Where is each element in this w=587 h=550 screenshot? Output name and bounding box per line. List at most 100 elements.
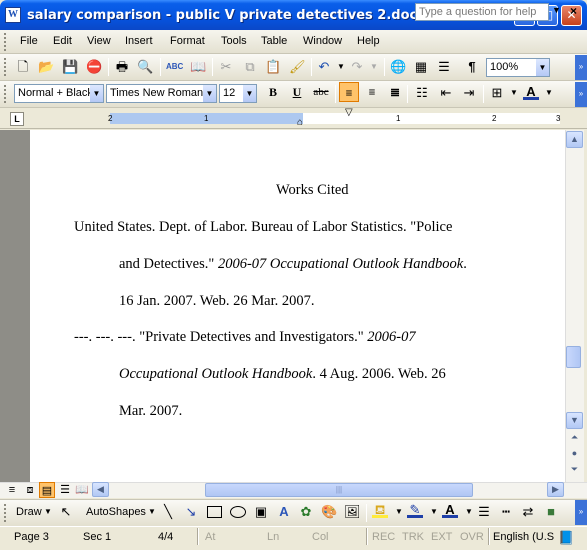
redo-dropdown-icon[interactable]: ▼ <box>366 59 382 75</box>
left-indent-marker-icon[interactable]: ⌂ <box>297 118 303 128</box>
redo-icon[interactable]: ↷ <box>349 59 365 75</box>
research-icon[interactable]: 📖 <box>190 59 206 75</box>
draw-dropdown-icon[interactable]: ▼ <box>44 507 52 516</box>
wordart-icon[interactable]: A <box>276 504 292 520</box>
columns-icon[interactable]: ☰ <box>436 59 452 75</box>
strikethrough-button[interactable]: abc <box>309 82 333 102</box>
document-page[interactable]: Works Cited United States. Dept. of Labo… <box>30 130 565 482</box>
menu-table[interactable]: Table <box>261 35 287 47</box>
fill-color-dropdown-icon[interactable]: ▼ <box>391 504 407 520</box>
menu-help[interactable]: Help <box>357 35 380 47</box>
select-browse-object-button[interactable]: ● <box>566 446 583 463</box>
open-icon[interactable]: 📂 <box>38 59 54 75</box>
shadow-style-icon[interactable]: ■ <box>543 504 559 520</box>
tab-selector-icon[interactable]: L <box>10 112 24 126</box>
underline-button[interactable]: U <box>287 82 307 102</box>
first-line-indent-marker-icon[interactable]: ▽ <box>345 108 353 118</box>
increase-indent-icon[interactable]: ⇥ <box>461 85 477 101</box>
scroll-right-button[interactable]: ▶ <box>547 482 564 497</box>
font-size-dropdown-icon[interactable]: ▼ <box>243 85 256 102</box>
copy-icon[interactable]: ⧉ <box>242 59 258 75</box>
undo-dropdown-icon[interactable]: ▼ <box>333 59 349 75</box>
word-app-icon[interactable]: W <box>5 7 21 23</box>
line-style-icon[interactable]: ☰ <box>476 504 492 520</box>
normal-view-icon[interactable]: ≡ <box>4 482 20 498</box>
spelling-status-icon[interactable]: 📘 <box>558 530 574 546</box>
font-color-icon[interactable]: A <box>523 84 539 100</box>
format-painter-icon[interactable]: 🖌 <box>289 59 306 75</box>
select-objects-icon[interactable]: ↖ <box>58 504 74 520</box>
menu-insert[interactable]: Insert <box>125 35 153 47</box>
tables-icon[interactable]: ▦ <box>413 59 429 75</box>
print-preview-icon[interactable]: 🔍 <box>137 59 153 75</box>
status-trk[interactable]: TRK <box>402 531 424 543</box>
status-rec[interactable]: REC <box>372 531 395 543</box>
new-icon[interactable]: 🗋 <box>15 59 31 75</box>
menu-view[interactable]: View <box>87 35 111 47</box>
status-language[interactable]: English (U.S <box>493 531 554 543</box>
vertical-scroll-thumb[interactable] <box>566 346 581 368</box>
bold-button[interactable]: B <box>263 82 283 102</box>
scroll-up-button[interactable]: ▲ <box>566 131 583 148</box>
align-center-button[interactable]: ≡ <box>362 82 382 102</box>
justify-button[interactable]: ≣ <box>385 82 405 102</box>
reading-layout-view-icon[interactable]: 📖 <box>74 482 90 498</box>
print-icon[interactable]: 🖶 <box>114 59 130 75</box>
style-dropdown-icon[interactable]: ▼ <box>90 85 103 102</box>
toolbar-grip-handle[interactable] <box>4 504 7 522</box>
menu-file[interactable]: File <box>20 35 38 47</box>
line-icon[interactable]: ╲ <box>160 504 176 520</box>
next-page-button[interactable]: ⏷ <box>566 462 583 479</box>
toolbar-options-icon[interactable]: » <box>575 55 587 80</box>
menu-edit[interactable]: Edit <box>53 35 72 47</box>
print-layout-view-icon[interactable]: ▤ <box>39 482 55 498</box>
menu-format[interactable]: Format <box>170 35 205 47</box>
help-dropdown-icon[interactable]: ▼ <box>552 5 561 15</box>
rectangle-icon[interactable] <box>207 506 222 518</box>
paste-icon[interactable]: 📋 <box>265 59 281 75</box>
toolbar-grip-handle[interactable] <box>4 85 7 103</box>
font-select[interactable]: Times New Roman <box>106 84 217 103</box>
status-ext[interactable]: EXT <box>431 531 452 543</box>
show-hide-icon[interactable]: ¶ <box>464 59 480 75</box>
borders-dropdown-icon[interactable]: ▼ <box>506 85 522 101</box>
fill-color-icon[interactable]: ⛾ <box>372 502 388 518</box>
document-close-button[interactable]: × <box>570 4 577 18</box>
previous-page-button[interactable]: ⏶ <box>566 430 583 447</box>
help-search-input[interactable]: Type a question for help <box>415 3 549 21</box>
arrow-style-icon[interactable]: ⇄ <box>520 504 536 520</box>
cut-icon[interactable]: ✂ <box>218 59 234 75</box>
menu-window[interactable]: Window <box>303 35 342 47</box>
font-color-dropdown-icon[interactable]: ▼ <box>541 85 557 101</box>
font-dropdown-icon[interactable]: ▼ <box>203 85 216 102</box>
scroll-left-button[interactable]: ◀ <box>92 482 109 497</box>
scroll-down-button[interactable]: ▼ <box>566 412 583 429</box>
zoom-dropdown-icon[interactable]: ▼ <box>536 59 549 76</box>
menu-grip-handle[interactable] <box>4 33 7 51</box>
draw-font-color-icon[interactable]: A <box>442 502 458 518</box>
line-color-dropdown-icon[interactable]: ▼ <box>426 504 442 520</box>
permission-icon[interactable]: ⛔ <box>86 59 102 75</box>
autoshapes-menu-button[interactable]: AutoShapes <box>86 506 146 518</box>
undo-icon[interactable]: ↶ <box>316 59 332 75</box>
arrow-icon[interactable]: ↘ <box>183 504 199 520</box>
autoshapes-dropdown-icon[interactable]: ▼ <box>148 507 156 516</box>
line-color-icon[interactable]: ✎ <box>407 502 423 518</box>
insert-picture-icon[interactable]: 🖼 <box>344 504 361 520</box>
save-icon[interactable]: 💾 <box>62 59 78 75</box>
decrease-indent-icon[interactable]: ⇤ <box>438 85 454 101</box>
align-left-button[interactable]: ≡ <box>339 82 359 102</box>
draw-menu-button[interactable]: Draw <box>16 506 42 518</box>
toolbar-options-icon[interactable]: » <box>575 82 587 107</box>
dash-style-icon[interactable]: ┅ <box>498 504 514 520</box>
web-layout-view-icon[interactable]: ⧈ <box>22 482 38 498</box>
outline-view-icon[interactable]: ☰ <box>57 482 73 498</box>
diagram-icon[interactable]: ✿ <box>298 504 314 520</box>
oval-icon[interactable] <box>230 506 246 518</box>
numbering-icon[interactable]: ☷ <box>414 85 430 101</box>
toolbar-grip-handle[interactable] <box>4 58 7 76</box>
status-ovr[interactable]: OVR <box>460 531 484 543</box>
toolbar-options-icon[interactable]: » <box>575 500 587 525</box>
spelling-icon[interactable]: ABC <box>166 59 183 75</box>
borders-icon[interactable]: ⊞ <box>489 85 505 101</box>
